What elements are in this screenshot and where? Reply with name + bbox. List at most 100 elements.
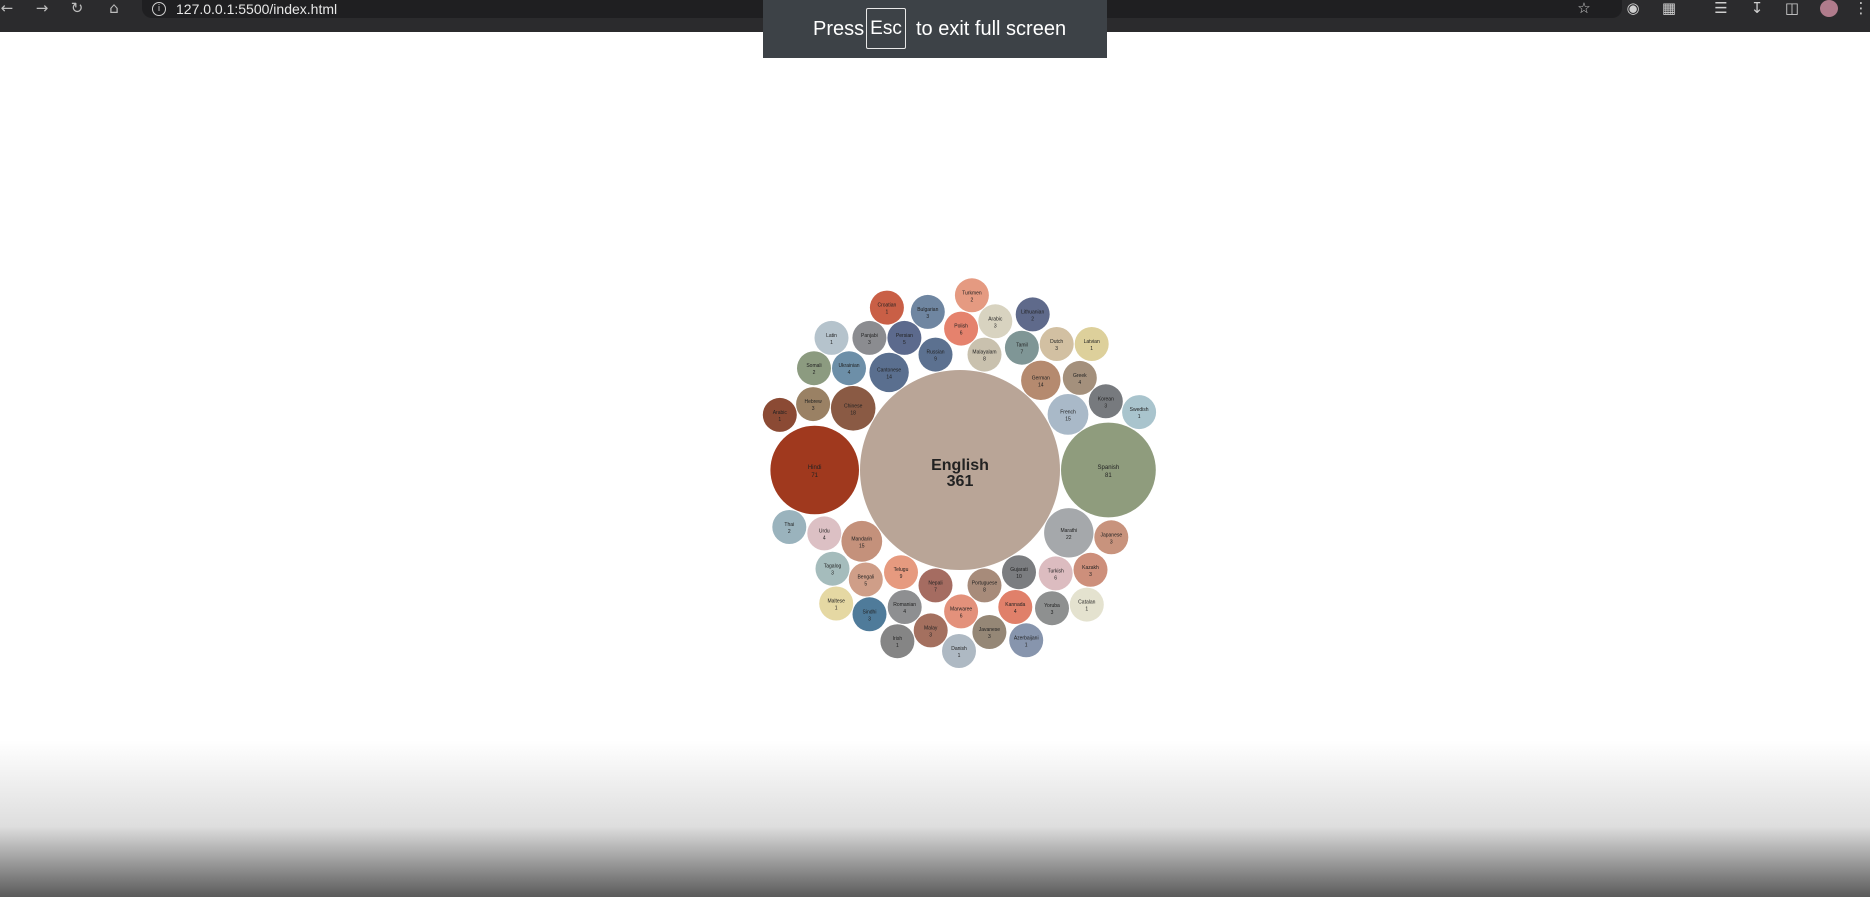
bubble-persian-20[interactable]: Persian5 <box>887 320 922 355</box>
bubble-name-label: Thai <box>784 522 794 528</box>
bubble-urdu-21[interactable]: Urdu4 <box>807 516 842 551</box>
bubble-value-label: 3 <box>1051 610 1054 616</box>
bubble-hebrew-27[interactable]: Hebrew3 <box>796 387 831 422</box>
bubble-latvian-44[interactable]: Latvian1 <box>1074 327 1109 361</box>
bubble-value-label: 6 <box>960 613 963 619</box>
bubble-german-7[interactable]: German14 <box>1021 360 1061 400</box>
bubble-tagalog-30[interactable]: Tagalog3 <box>815 551 850 586</box>
bubble-name-label: Telugu <box>894 567 909 573</box>
bubble-ukrainian-23[interactable]: Ukrainian4 <box>832 351 866 386</box>
bubble-name-label: Somali <box>806 363 821 369</box>
bubble-value-label: 2 <box>1031 316 1034 322</box>
bubble-polish-17[interactable]: Polish6 <box>944 311 979 346</box>
bubble-azerbaijani-52[interactable]: Azerbaijani1 <box>1009 623 1044 658</box>
bubble-name-label: Polish <box>954 324 968 330</box>
bubble-value-label: 1 <box>778 417 781 423</box>
bubble-danish-50[interactable]: Danish1 <box>942 634 976 668</box>
bubble-portuguese-13[interactable]: Portuguese8 <box>967 568 1002 603</box>
home-icon[interactable]: ⌂ <box>99 0 129 18</box>
bubble-name-label: German <box>1032 375 1050 381</box>
bubble-mandarin-6[interactable]: Mandarin15 <box>841 520 883 562</box>
bubble-turkmen-42[interactable]: Turkmen2 <box>954 278 989 313</box>
bubble-yoruba-36[interactable]: Yoruba3 <box>1035 591 1069 626</box>
bubble-malay-35[interactable]: Malay3 <box>913 613 948 648</box>
bubble-name-label: Lithuanian <box>1021 309 1044 315</box>
bubble-chinese-4[interactable]: Chinese18 <box>830 386 876 431</box>
bubble-name-label: Tagalog <box>824 564 842 570</box>
bubble-romanian-25[interactable]: Romanian4 <box>887 590 922 624</box>
bubble-thai-40[interactable]: Thai2 <box>772 510 807 544</box>
bubble-kazakh-33[interactable]: Kazakh3 <box>1073 552 1108 587</box>
bubble-name-label: Spanish <box>1098 465 1120 471</box>
avatar[interactable] <box>1820 0 1838 17</box>
bubble-japanese-32[interactable]: Japanese3 <box>1094 520 1129 555</box>
address-url[interactable]: 127.0.0.1:5500/index.html <box>176 1 337 17</box>
bubble-value-label: 1 <box>896 643 899 649</box>
bubble-javanese-37[interactable]: Javanese3 <box>972 615 1007 649</box>
bubble-korean-28[interactable]: Korean3 <box>1088 384 1123 419</box>
bubble-marwaree-18[interactable]: Marwaree6 <box>944 594 979 629</box>
bubble-sindhi-38[interactable]: Sindhi3 <box>852 597 887 632</box>
star-icon[interactable]: ☆ <box>1573 0 1595 18</box>
bubble-kannada-24[interactable]: Kannada4 <box>998 590 1033 624</box>
bubble-value-label: 3 <box>994 323 997 329</box>
forward-icon[interactable]: → <box>27 0 57 18</box>
bubble-value-label: 8 <box>983 587 986 593</box>
bubble-panjabi-31[interactable]: Panjabi3 <box>852 320 887 355</box>
bubble-value-label: 3 <box>929 632 932 638</box>
bubble-name-label: Turkmen <box>962 290 982 296</box>
bubble-swedish-47[interactable]: Swedish1 <box>1122 395 1157 430</box>
media-icon[interactable]: ☰ <box>1710 0 1732 18</box>
bubble-bulgarian-34[interactable]: Bulgarian3 <box>910 294 945 329</box>
bubble-croatian-43[interactable]: Croatian1 <box>869 290 904 325</box>
back-icon[interactable]: ← <box>0 0 22 18</box>
bubble-arabic-26[interactable]: Arabic3 <box>978 304 1013 339</box>
bubble-telugu-10[interactable]: Telugu9 <box>884 555 918 590</box>
bubble-name-label: Mandarin <box>851 536 872 542</box>
bubble-name-label: Arabic <box>988 316 1003 322</box>
bubble-value-label: 361 <box>947 473 974 490</box>
bubble-catalan-49[interactable]: Catalan1 <box>1069 587 1104 622</box>
bubble-english-0[interactable]: English361 <box>860 370 1060 570</box>
bubble-value-label: 15 <box>1065 416 1071 422</box>
bubble-turkish-16[interactable]: Turkish6 <box>1038 556 1073 591</box>
bubble-value-label: 1 <box>1138 414 1141 420</box>
bubble-nepali-14[interactable]: Nepali7 <box>918 568 953 603</box>
bubble-maltese-45[interactable]: Maltese1 <box>819 586 854 621</box>
bubble-name-label: Dutch <box>1050 339 1063 345</box>
bubble-bengali-19[interactable]: Bengali5 <box>848 562 883 597</box>
bubble-irish-51[interactable]: Irish1 <box>880 624 915 659</box>
bubble-gujarati-9[interactable]: Gujarati10 <box>1002 555 1036 590</box>
bubble-value-label: 8 <box>983 357 986 363</box>
bubble-name-label: Nepali <box>928 580 942 586</box>
reload-icon[interactable]: ↻ <box>62 0 92 18</box>
bubble-value-label: 3 <box>868 340 871 346</box>
bubble-marathi-3[interactable]: Marathi22 <box>1044 508 1094 558</box>
download-icon[interactable]: ↧ <box>1746 0 1768 18</box>
bubble-cantonese-8[interactable]: Cantonese14 <box>869 352 909 393</box>
sidebar-icon[interactable]: ◫ <box>1781 0 1803 18</box>
bubble-somali-41[interactable]: Somali2 <box>797 351 831 386</box>
bubble-french-5[interactable]: French15 <box>1047 394 1089 435</box>
bubble-tamil-15[interactable]: Tamil7 <box>1004 330 1039 365</box>
camera-icon[interactable]: ◉ <box>1622 0 1644 18</box>
bubble-malayalam-12[interactable]: Malayalam8 <box>967 337 1002 372</box>
bubble-lithuanian-39[interactable]: Lithuanian2 <box>1015 297 1050 332</box>
bubble-value-label: 1 <box>958 653 961 659</box>
bubble-name-label: Malayalam <box>972 350 996 356</box>
bubble-greek-22[interactable]: Greek4 <box>1062 360 1097 395</box>
bubble-name-label: Hebrew <box>804 399 822 405</box>
bubble-spanish-1[interactable]: Spanish 81 <box>1061 422 1156 518</box>
bubble-name-label: Marathi <box>1060 528 1077 534</box>
bubble-arabic-48[interactable]: Arabic1 <box>762 397 797 432</box>
menu-icon[interactable]: ⋮ <box>1850 0 1870 18</box>
extensions-icon[interactable]: ▦ <box>1658 0 1680 18</box>
bubble-name-label: Croatian <box>877 303 896 309</box>
bubble-latin-46[interactable]: Latin1 <box>814 320 849 355</box>
bubble-value-label: 22 <box>1066 535 1072 541</box>
bubble-hindi-2[interactable]: Hindi 71 <box>770 425 859 515</box>
bubble-dutch-29[interactable]: Dutch3 <box>1039 327 1074 361</box>
info-icon[interactable]: i <box>152 2 166 16</box>
bubble-name-label: Catalan <box>1078 600 1095 606</box>
bubble-russian-11[interactable]: Russian9 <box>918 337 953 372</box>
